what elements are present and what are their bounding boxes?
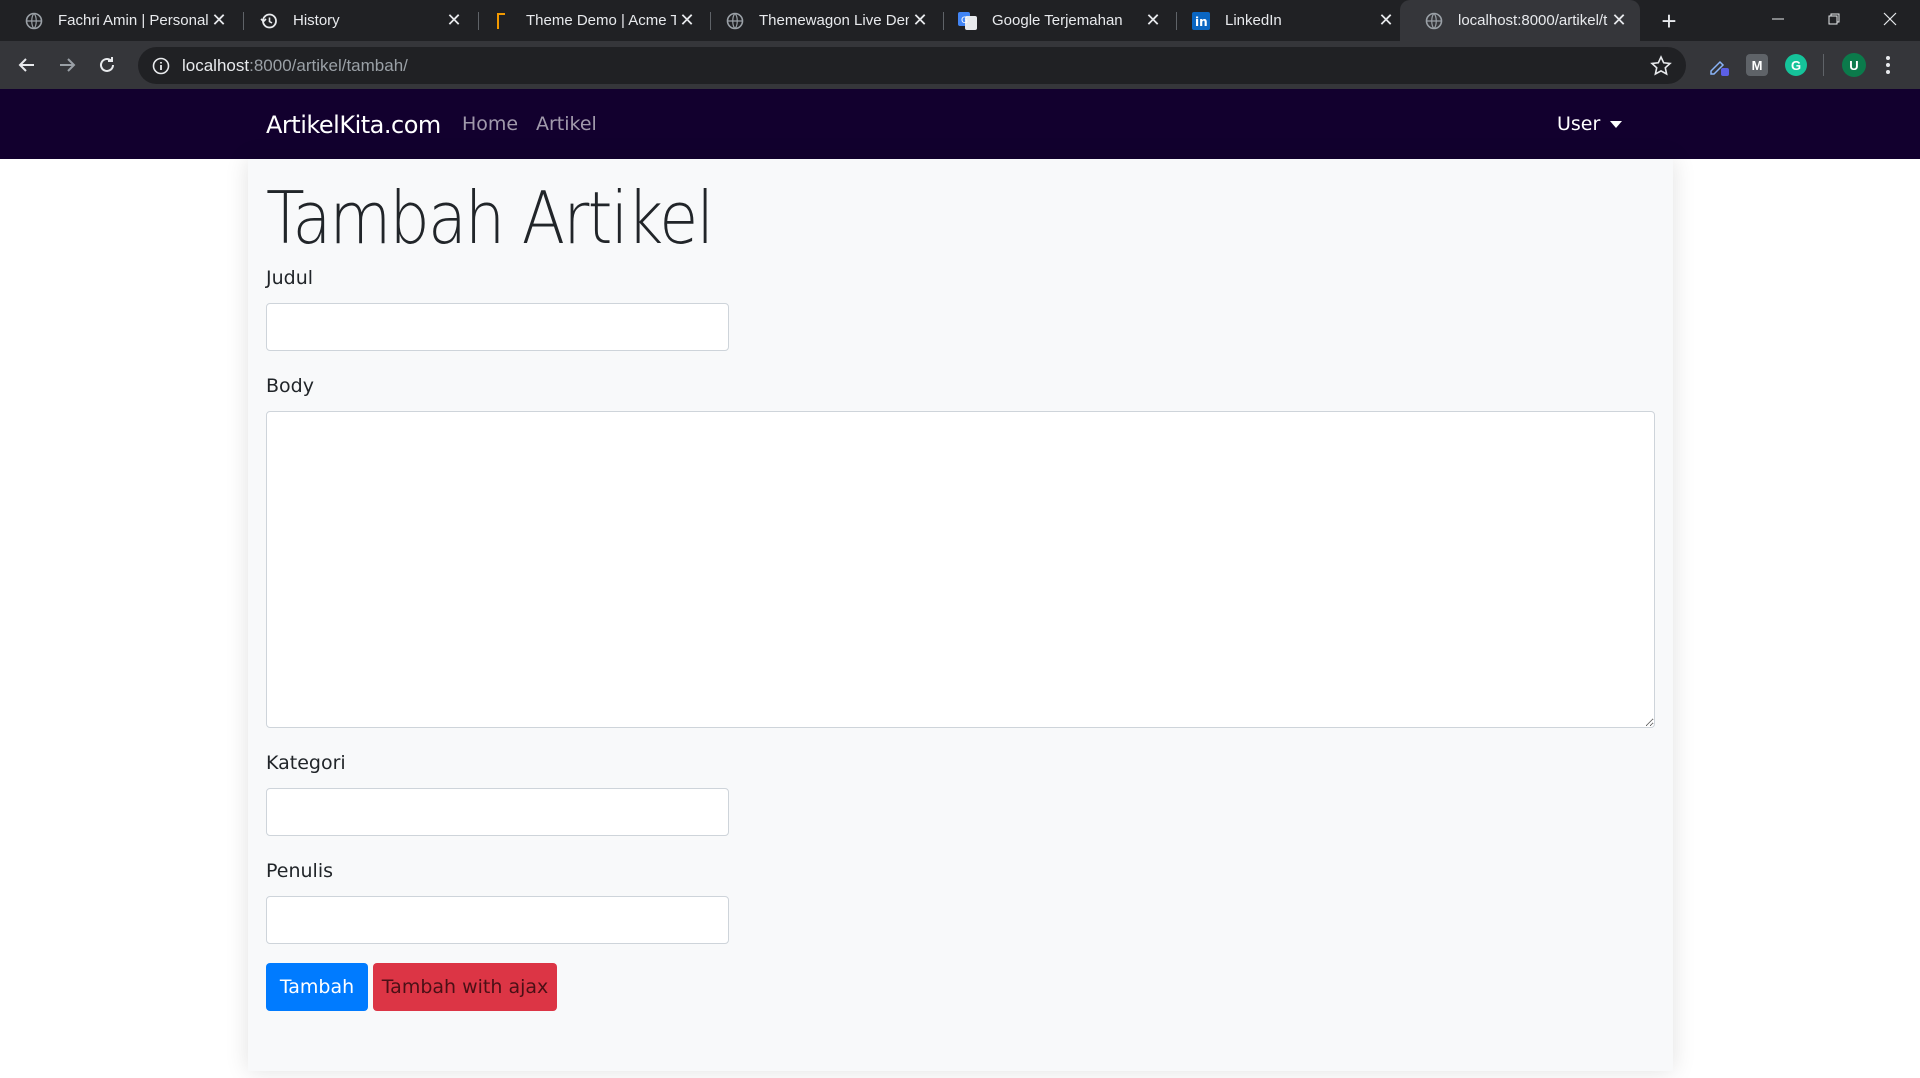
browser-tabstrip: Fachri Amin | Personal P ✕ History ✕ The… <box>0 0 1920 41</box>
new-tab-button[interactable]: + <box>1654 6 1684 36</box>
tab-title: History <box>293 12 340 29</box>
close-icon[interactable]: ✕ <box>1375 10 1397 32</box>
svg-text:in: in <box>1195 15 1208 29</box>
forward-arrow-icon <box>60 58 76 72</box>
navbar-brand[interactable]: ArtikelKita.com <box>266 111 441 139</box>
back-button[interactable] <box>11 49 43 81</box>
close-icon[interactable]: ✕ <box>909 10 931 32</box>
browser-toolbar: localhost:8000/artikel/tambah/ M G U <box>0 41 1920 89</box>
site-navbar: ArtikelKita.com Home Artikel User <box>0 89 1920 159</box>
tambah-button[interactable]: Tambah <box>266 963 368 1011</box>
user-dropdown-label: User <box>1557 113 1601 135</box>
close-icon[interactable]: ✕ <box>676 10 698 32</box>
back-arrow-icon <box>18 58 34 72</box>
user-dropdown[interactable]: User <box>1557 113 1623 135</box>
tab-title: Fachri Amin | Personal P <box>58 12 208 29</box>
reload-icon <box>100 57 114 72</box>
minimize-button[interactable] <box>1750 0 1806 38</box>
globe-icon <box>24 11 44 31</box>
globe-icon <box>725 11 745 31</box>
tab-title: LinkedIn <box>1225 12 1282 29</box>
globe-icon <box>1424 11 1444 31</box>
tab-title: Themewagon Live Dem <box>759 12 909 29</box>
tab-history[interactable]: History ✕ <box>235 0 475 41</box>
linkedin-icon: in <box>1191 11 1211 31</box>
judul-input[interactable] <box>266 303 729 351</box>
tab-title: Theme Demo | Acme Th <box>526 12 676 29</box>
caret-down-icon <box>1610 120 1623 128</box>
kategori-input[interactable] <box>266 788 729 836</box>
page-title: Tambah Artikel <box>266 176 714 260</box>
forward-button[interactable] <box>51 49 83 81</box>
minimize-icon <box>1772 18 1784 20</box>
penulis-label: Penulis <box>266 860 334 882</box>
restore-icon <box>1828 13 1840 25</box>
extension-m-icon[interactable]: M <box>1746 54 1768 76</box>
body-label: Body <box>266 375 314 397</box>
judul-label: Judul <box>266 267 314 289</box>
profile-avatar[interactable]: U <box>1842 53 1866 77</box>
body-textarea[interactable] <box>266 411 1655 728</box>
close-icon[interactable]: ✕ <box>208 10 230 32</box>
toolbar-divider <box>1823 54 1824 76</box>
grammarly-icon[interactable]: G <box>1785 54 1807 76</box>
restore-button[interactable] <box>1806 0 1862 38</box>
history-icon <box>259 11 279 31</box>
close-icon <box>1883 12 1897 26</box>
google-translate-icon: G <box>958 11 978 31</box>
close-window-button[interactable] <box>1862 0 1918 38</box>
close-icon[interactable]: ✕ <box>1608 10 1630 32</box>
url-text: localhost:8000/artikel/tambah/ <box>182 56 408 76</box>
theme-bracket-icon <box>492 11 512 31</box>
tambah-ajax-button[interactable]: Tambah with ajax <box>373 963 557 1011</box>
extension-pen-icon[interactable] <box>1708 54 1730 76</box>
tab-fachri-amin[interactable]: Fachri Amin | Personal P ✕ <box>0 0 240 41</box>
tab-linkedin[interactable]: in LinkedIn ✕ <box>1167 0 1407 41</box>
tab-themewagon[interactable]: Themewagon Live Dem ✕ <box>701 0 941 41</box>
kategori-label: Kategori <box>266 752 346 774</box>
url-path: :8000/artikel/tambah/ <box>249 55 408 75</box>
tab-google-terjemahan[interactable]: G Google Terjemahan ✕ <box>934 0 1174 41</box>
bookmark-star-icon[interactable] <box>1650 55 1672 77</box>
tab-theme-demo[interactable]: Theme Demo | Acme Th ✕ <box>468 0 708 41</box>
tab-title: Google Terjemahan <box>992 12 1123 29</box>
tab-title: localhost:8000/artikel/t <box>1458 12 1608 29</box>
close-icon[interactable]: ✕ <box>443 10 465 32</box>
info-icon[interactable] <box>152 57 170 75</box>
penulis-input[interactable] <box>266 896 729 944</box>
close-icon[interactable]: ✕ <box>1142 10 1164 32</box>
nav-link-artikel[interactable]: Artikel <box>536 113 597 135</box>
tab-localhost-active[interactable]: localhost:8000/artikel/t ✕ <box>1400 0 1640 41</box>
svg-text:G: G <box>961 16 968 26</box>
url-host: localhost <box>182 55 250 75</box>
address-bar[interactable]: localhost:8000/artikel/tambah/ <box>138 47 1686 84</box>
reload-button[interactable] <box>91 49 123 81</box>
menu-kebab-icon[interactable] <box>1882 54 1894 76</box>
nav-link-home[interactable]: Home <box>462 113 518 135</box>
